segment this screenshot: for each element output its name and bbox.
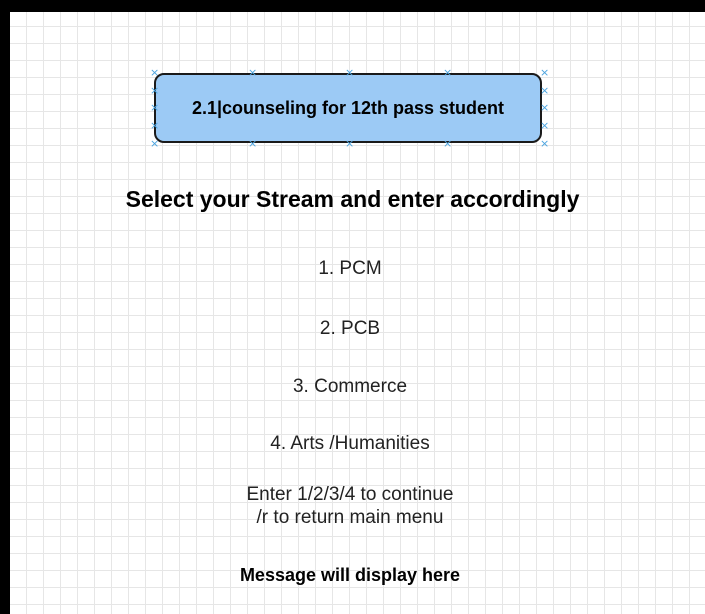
selection-handle-icon[interactable]: ×	[248, 67, 257, 78]
message-area: Message will display here	[239, 565, 461, 585]
selection-handle-icon[interactable]: ×	[150, 120, 159, 131]
option-commerce[interactable]: 3. Commerce	[200, 376, 500, 398]
title-box[interactable]: 2.1|counseling for 12th pass student	[154, 73, 542, 143]
selection-handle-icon[interactable]: ×	[345, 67, 354, 78]
selection-handle-icon[interactable]: ×	[248, 138, 257, 149]
instruction-text: Enter 1/2/3/4 to continue /r to return m…	[200, 483, 500, 529]
title-box-text: 2.1|counseling for 12th pass student	[191, 98, 505, 118]
option-pcm[interactable]: 1. PCM	[200, 258, 500, 280]
selection-handle-icon[interactable]: ×	[540, 85, 549, 96]
selection-handle-icon[interactable]: ×	[345, 138, 354, 149]
selection-handle-icon[interactable]: ×	[150, 138, 159, 149]
option-pcb[interactable]: 2. PCB	[200, 318, 500, 340]
selection-handle-icon[interactable]: ×	[443, 67, 452, 78]
frame-border-left	[0, 0, 10, 614]
selection-handle-icon[interactable]: ×	[150, 85, 159, 96]
selection-handle-icon[interactable]: ×	[443, 138, 452, 149]
selection-handle-icon[interactable]: ×	[540, 120, 549, 131]
instruction-line-return: /r to return main menu	[256, 507, 444, 528]
diagram-canvas: 2.1|counseling for 12th pass student × ×…	[0, 0, 705, 614]
selection-handle-icon[interactable]: ×	[540, 102, 549, 113]
selection-handle-icon[interactable]: ×	[150, 102, 159, 113]
option-arts-humanities[interactable]: 4. Arts /Humanities	[200, 433, 500, 455]
frame-border-top	[0, 0, 705, 12]
selection-handle-icon[interactable]: ×	[150, 67, 159, 78]
instruction-line-continue: Enter 1/2/3/4 to continue	[246, 484, 454, 505]
stream-heading: Select your Stream and enter accordingly	[125, 186, 580, 212]
selection-handle-icon[interactable]: ×	[540, 138, 549, 149]
selection-handle-icon[interactable]: ×	[540, 67, 549, 78]
